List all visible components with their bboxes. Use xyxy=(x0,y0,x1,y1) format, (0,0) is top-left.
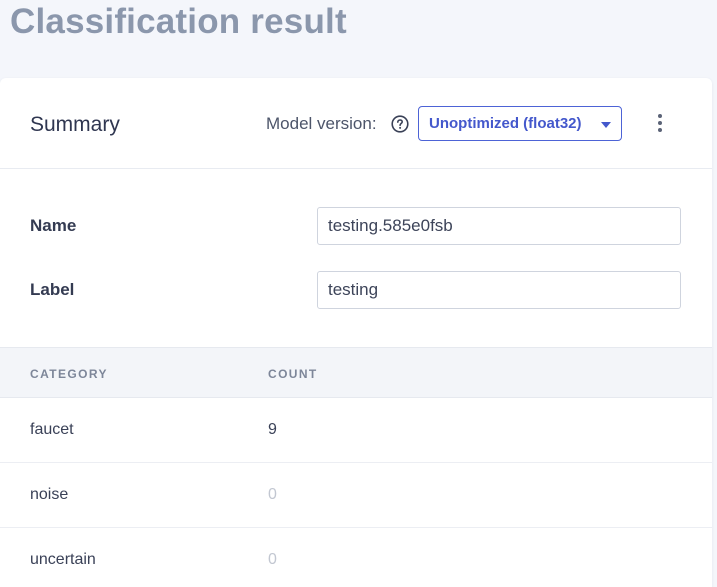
count-cell: 0 xyxy=(268,486,277,503)
table-row: uncertain 0 xyxy=(0,528,712,587)
model-version-select[interactable]: Unoptimized (float32) xyxy=(418,106,622,141)
table-row: faucet 9 xyxy=(0,398,712,463)
help-circle-icon[interactable] xyxy=(391,115,409,133)
caret-down-icon xyxy=(601,122,611,128)
column-header-category: CATEGORY xyxy=(30,367,108,381)
category-cell: uncertain xyxy=(30,551,96,568)
name-label: Name xyxy=(30,216,77,235)
summary-title: Summary xyxy=(30,113,120,136)
model-version-label: Model version: xyxy=(266,114,377,133)
label-input[interactable] xyxy=(317,271,681,309)
summary-header: Summary Model version: Unoptimized (floa… xyxy=(0,78,712,169)
column-header-count: COUNT xyxy=(268,367,318,381)
name-input[interactable] xyxy=(317,207,681,245)
count-cell: 9 xyxy=(268,421,277,438)
page-title: Classification result xyxy=(10,2,347,41)
count-cell: 0 xyxy=(268,551,277,568)
category-cell: noise xyxy=(30,486,69,503)
table-header: CATEGORY COUNT xyxy=(0,347,712,398)
model-version-value: Unoptimized (float32) xyxy=(429,115,582,132)
more-vertical-icon[interactable] xyxy=(652,112,668,134)
label-label: Label xyxy=(30,280,75,299)
category-cell: faucet xyxy=(30,421,74,438)
table-row: noise 0 xyxy=(0,463,712,528)
summary-card: Summary Model version: Unoptimized (floa… xyxy=(0,78,712,587)
